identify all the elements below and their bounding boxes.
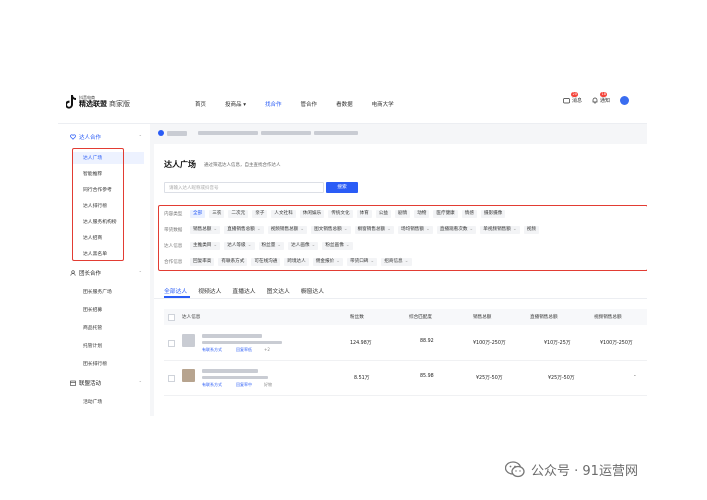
search-input[interactable]: 请输入达人昵称或抖音号 [164,182,324,193]
sidebar-group-leader[interactable]: 团长合作 [70,269,101,277]
tab-showcase-talent[interactable]: 橱窗达人 [301,286,324,295]
column-header-live-sales[interactable]: 直播销售总额 [530,314,558,320]
table-row[interactable]: 有联系方式 回复率中 好物 8.51万 85.98 ¥25万-50万 ¥25万-… [164,361,647,396]
filter-highlight-box [158,205,647,271]
live-sales-value: ¥10万-25万 [544,341,571,346]
tag-extra: 好物 [264,382,272,387]
notices-button[interactable]: 18 通知 [592,92,610,105]
sidebar-group-activities[interactable]: 联盟活动 [70,379,101,387]
page-subtitle: 通过筛选达人信息，自主查找合作达人 [204,163,281,168]
nav-data[interactable]: 看数据 [336,100,353,108]
column-header-match[interactable]: 综合匹配度 [409,314,432,320]
blurred-text [198,131,258,135]
tag-contact: 有联系方式 [202,347,222,352]
blurred-text [261,131,311,135]
user-avatar[interactable] [620,96,629,105]
collapse-icon[interactable]: ⌃ [139,134,142,139]
logo-title: 精选联盟 [79,99,107,108]
top-bar: 抖音电商 精选联盟 商家版 首页 投商品 ▾ 找合作 管合作 看数据 电商大学 2… [58,86,647,124]
table-row[interactable]: 有联系方式 回复率低 +2 124.98万 88.92 ¥100万-250万 ¥… [164,326,647,361]
tab-video-talent[interactable]: 视频达人 [198,286,221,295]
sidebar-group-talent[interactable]: 达人合作 [70,133,101,141]
watermark: 公众号 · 91运营网 [505,460,638,479]
blurred-talent-name [202,369,258,373]
sidebar-item-hosting-plan[interactable]: 托管计划 [83,342,102,349]
team-icon [70,270,76,276]
talent-avatar [182,369,195,382]
nav-find-cooperation[interactable]: 找合作 [265,100,282,108]
tag-more[interactable]: +2 [264,347,270,352]
talent-avatar [182,334,195,347]
logo-suffix: 商家版 [109,99,130,108]
bell-icon [592,97,598,104]
sales-value: ¥25万-50万 [476,376,503,381]
tag-contact: 有联系方式 [202,382,222,387]
row-checkbox[interactable] [168,375,175,382]
app-logo[interactable]: 抖音电商 精选联盟 商家版 [66,95,130,109]
collapse-icon[interactable]: ⌃ [139,380,142,385]
fans-value: 124.98万 [350,341,372,346]
blurred-talent-name [202,334,262,338]
main-panel: 达人广场 通过筛选达人信息，自主查找合作达人 请输入达人昵称或抖音号 搜索 内容… [154,144,647,416]
watermark-text: 公众号 · 91运营网 [531,464,638,479]
blurred-text [314,131,358,135]
match-value: 85.98 [420,374,434,379]
screenshot-frame: 抖音电商 精选联盟 商家版 首页 投商品 ▾ 找合作 管合作 看数据 电商大学 2… [58,86,647,416]
live-sales-value: ¥25万-50万 [548,376,575,381]
tabs-divider [154,298,647,299]
sidebar-group-talent-label: 达人合作 [79,135,102,141]
sidebar-group-leader-label: 团长合作 [79,271,102,277]
column-header-talent: 达人信息 [182,315,201,320]
tab-live-talent[interactable]: 直播达人 [232,286,255,295]
search-button[interactable]: 搜索 [326,182,358,193]
sidebar-item-leader-square[interactable]: 团长服务广场 [83,288,112,295]
page-title: 达人广场 [164,160,196,169]
tag-reply-rate: 回复率低 [236,347,252,352]
select-all-checkbox[interactable] [168,314,175,321]
blurred-talent-desc [202,376,268,379]
heart-icon [70,134,76,140]
collapse-icon[interactable]: ⌃ [139,270,142,275]
sales-value: ¥100万-250万 [473,341,506,346]
sidebar-item-product-hosting[interactable]: 商品托管 [83,324,102,331]
douyin-logo-icon [66,95,76,109]
tab-graphic-talent[interactable]: 图文达人 [267,286,290,295]
video-sales-value: - [634,374,636,379]
column-header-video-sales[interactable]: 视频销售总额 [594,314,622,320]
message-icon [563,97,570,103]
nav-products[interactable]: 投商品 ▾ [225,100,246,108]
blurred-text [167,130,187,136]
tab-all-talent[interactable]: 全部达人 [164,286,187,295]
sidebar-item-leader-ranking[interactable]: 团长排行榜 [83,360,107,367]
message-label: 消息 [571,98,582,104]
wechat-icon [505,461,525,478]
tag-reply-rate: 回复率中 [236,382,252,387]
column-header-sales[interactable]: 销售总额 [473,314,491,320]
notice-label: 通知 [599,98,610,104]
column-header-fans[interactable]: 粉丝数 [350,314,364,320]
sidebar-item-activity-square[interactable]: 活动广场 [83,398,102,405]
match-value: 88.92 [420,339,434,344]
row-checkbox[interactable] [168,340,175,347]
sidebar-item-leader-recruit[interactable]: 团长招募 [83,306,102,313]
sidebar-group-activities-label: 联盟活动 [79,381,102,387]
blurred-talent-desc [202,341,282,344]
shop-avatar [158,130,164,136]
messages-button[interactable]: 20 消息 [563,92,582,105]
sidebar-highlight-box [72,148,124,261]
breadcrumb [158,127,358,139]
calendar-icon [70,380,76,386]
top-nav: 首页 投商品 ▾ 找合作 管合作 看数据 电商大学 [195,100,413,108]
nav-home[interactable]: 首页 [195,100,206,108]
talent-tabs: 全部达人 视频达人 直播达人 图文达人 橱窗达人 [164,286,335,295]
nav-university[interactable]: 电商大学 [372,100,394,108]
fans-value: 8.51万 [354,376,370,381]
nav-manage-cooperation[interactable]: 管合作 [301,100,318,108]
video-sales-value: ¥100万-250万 [600,341,633,346]
table-header: 达人信息 粉丝数 综合匹配度 销售总额 直播销售总额 视频销售总额 [164,309,647,325]
